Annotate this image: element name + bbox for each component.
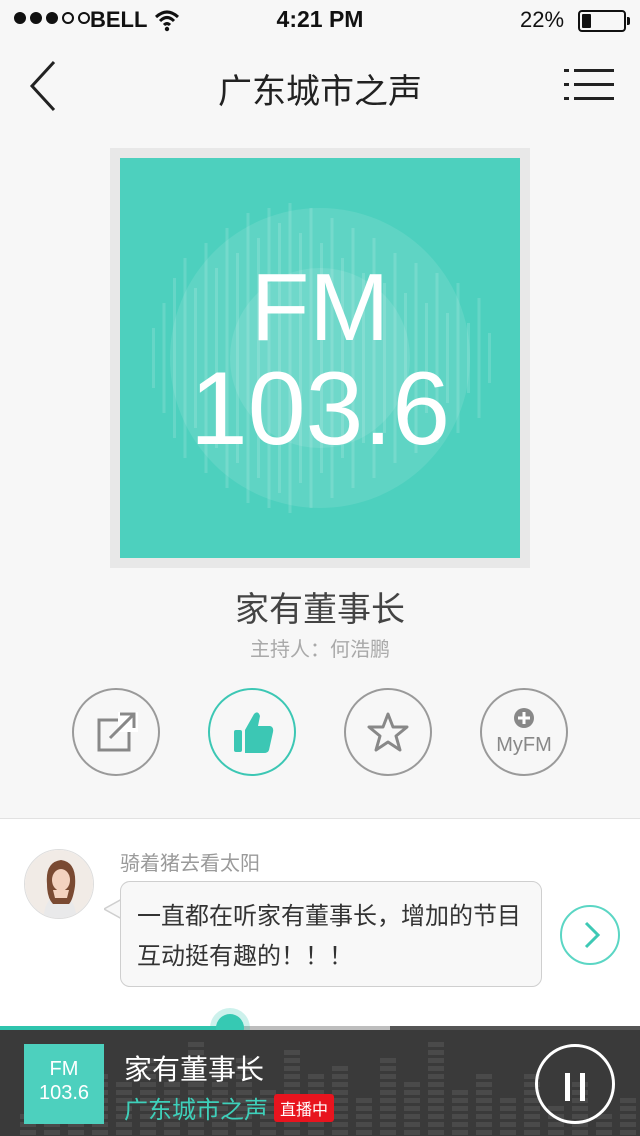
status-bar: BELL 4:21 PM 22% bbox=[0, 0, 640, 40]
battery-percent: 22% bbox=[520, 7, 565, 32]
program-host: 主持人：何浩鹏 bbox=[250, 637, 390, 661]
avatar[interactable] bbox=[24, 849, 94, 919]
add-plus-icon bbox=[514, 708, 534, 728]
mini-player: FM 103.6 家有董事长 广东城市之声 直播中 bbox=[0, 1030, 640, 1136]
favorite-button[interactable] bbox=[344, 688, 432, 776]
share-button[interactable] bbox=[72, 688, 160, 776]
menu-list-icon[interactable] bbox=[564, 67, 614, 103]
like-button[interactable] bbox=[208, 688, 296, 776]
station-band: FM bbox=[250, 254, 390, 361]
comment-username: 骑着猪去看太阳 bbox=[120, 851, 260, 875]
navigation-bar: 广东城市之声 bbox=[0, 40, 640, 130]
pause-icon bbox=[565, 1073, 570, 1101]
myfm-label: MyFM bbox=[496, 734, 552, 756]
share-icon bbox=[97, 712, 138, 752]
now-playing-station: 广东城市之声 bbox=[124, 1096, 268, 1124]
page-title: 广东城市之声 bbox=[218, 72, 422, 112]
now-playing-title: 家有董事长 bbox=[124, 1053, 265, 1086]
comment-panel: 骑着猪去看太阳 一直都在听家有董事长，增加的节目互动挺有趣的！！！ bbox=[0, 818, 640, 1028]
battery-fill bbox=[582, 14, 591, 28]
user-avatar-image bbox=[25, 850, 93, 918]
myfm-button[interactable]: MyFM bbox=[480, 688, 568, 776]
comment-bubble: 一直都在听家有董事长，增加的节目互动挺有趣的！！！ bbox=[120, 881, 542, 987]
program-title: 家有董事长 bbox=[235, 590, 405, 630]
pause-icon bbox=[580, 1073, 585, 1101]
mini-station-frequency: 103.6 bbox=[38, 1082, 90, 1104]
thumbs-up-icon bbox=[234, 712, 274, 753]
live-badge: 直播中 bbox=[274, 1094, 335, 1122]
chevron-right-icon bbox=[584, 921, 601, 949]
battery-icon bbox=[578, 10, 630, 32]
next-comment-button[interactable] bbox=[560, 905, 620, 965]
station-frequency: 103.6 bbox=[189, 351, 451, 467]
mini-station-band: FM bbox=[49, 1058, 79, 1080]
pause-button[interactable] bbox=[535, 1044, 615, 1124]
star-icon bbox=[367, 712, 409, 752]
mini-cover-art[interactable]: FM 103.6 bbox=[24, 1044, 104, 1124]
station-cover-art: FM 103.6 bbox=[120, 158, 520, 558]
